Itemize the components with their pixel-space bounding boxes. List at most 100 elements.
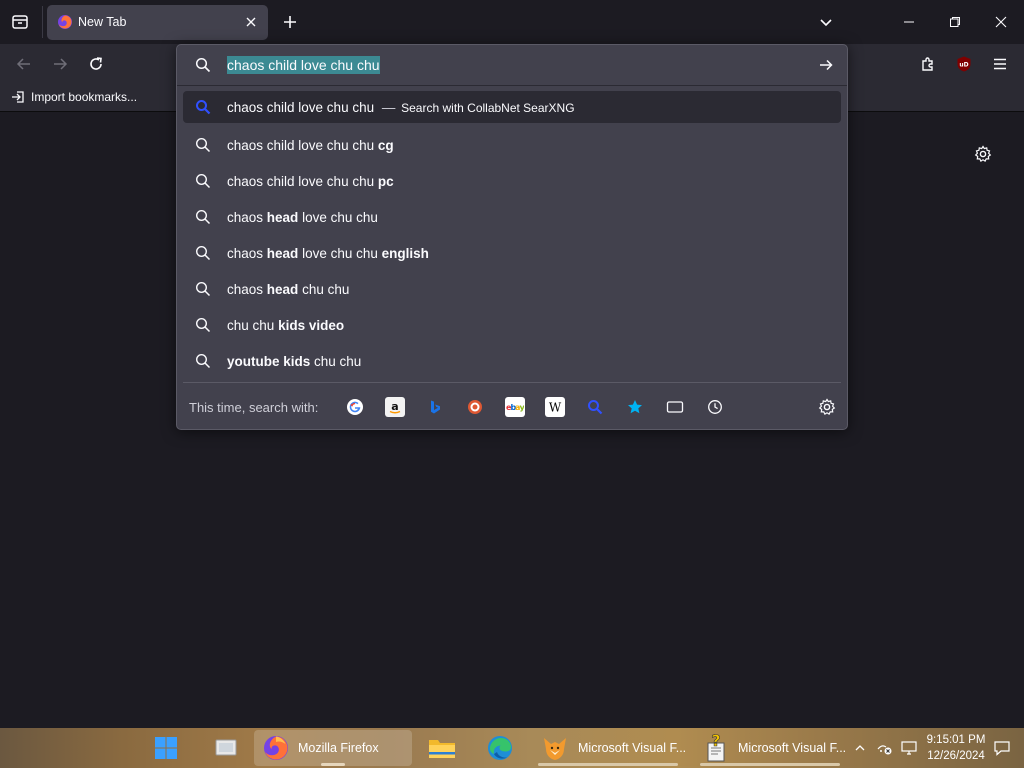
suggestion-plain: chaos child love chu chu [227, 173, 375, 189]
gear-icon [818, 398, 836, 416]
suggestion-text: chaos head love chu chu english [227, 246, 429, 261]
app-menu-button[interactable] [984, 48, 1016, 80]
taskbar-edge[interactable] [478, 730, 522, 766]
chevron-up-icon [854, 742, 866, 754]
taskbar-visual-foxpro-1[interactable]: Microsoft Visual F... [532, 730, 686, 766]
search-icon [195, 57, 211, 73]
suggestion-plain: chaos [227, 209, 264, 225]
back-arrow-icon [16, 56, 32, 72]
urlbar-popup: chaos child love chu chu chaos child lov… [176, 44, 848, 430]
duckduckgo-icon[interactable] [465, 397, 485, 417]
list-all-tabs-button[interactable] [812, 8, 840, 36]
show-hidden-icons-button[interactable] [850, 728, 870, 768]
ublock-origin-button[interactable]: uD [948, 48, 980, 80]
task-view-button[interactable] [206, 730, 246, 766]
tab-new-tab[interactable]: New Tab [47, 5, 268, 40]
edge-icon [486, 734, 514, 762]
suggestion-bold: cg [377, 137, 394, 153]
suggestion-row[interactable]: chaos head love chu chu [183, 199, 841, 235]
extensions-button[interactable] [912, 48, 944, 80]
import-bookmarks-button[interactable]: Import bookmarks... [10, 89, 137, 105]
newtab-settings-button[interactable] [971, 142, 995, 166]
monitor-icon [900, 740, 918, 756]
heuristic-action: Search with CollabNet SearXNG [401, 100, 575, 115]
go-button[interactable] [815, 55, 837, 75]
firefox-view-button[interactable] [0, 4, 40, 40]
suggestion-text: chaos head love chu chu [227, 210, 378, 225]
network-disconnected-icon [876, 740, 894, 756]
result-row-heuristic[interactable]: chaos child love chu chu — Search with C… [183, 91, 841, 123]
import-bookmarks-label: Import bookmarks... [31, 90, 138, 104]
suggestion-row[interactable]: chaos child love chu chu pc [183, 163, 841, 199]
urlbar-input-row[interactable]: chaos child love chu chu [177, 45, 847, 85]
suggestion-bold: youtube kids [227, 353, 311, 369]
suggestion-row[interactable]: chu chu kids video [183, 307, 841, 343]
forward-arrow-icon [52, 56, 68, 72]
search-icon [195, 137, 211, 153]
suggestion-row[interactable]: chaos head chu chu [183, 271, 841, 307]
foxpro-fox-icon [540, 733, 570, 763]
firefox-favicon-icon [57, 14, 73, 30]
suggestion-bold: english [381, 245, 429, 261]
close-window-button[interactable] [978, 0, 1024, 44]
close-icon [995, 16, 1007, 28]
suggestion-plain: chaos child love chu chu [227, 137, 375, 153]
suggestion-row[interactable]: youtube kids chu chu [183, 343, 841, 379]
back-button[interactable] [8, 48, 40, 80]
tabs-icon[interactable] [665, 397, 685, 417]
suggestion-rest: chu chu [302, 281, 350, 297]
heuristic-query: chaos child love chu chu [227, 99, 375, 115]
forward-button[interactable] [44, 48, 76, 80]
new-tab-button[interactable] [276, 8, 304, 36]
suggestion-rest: love chu chu [302, 245, 378, 261]
wikipedia-icon[interactable]: W [545, 397, 565, 417]
close-tab-icon[interactable] [243, 14, 259, 30]
search-icon [195, 209, 211, 225]
start-button[interactable] [146, 730, 186, 766]
taskbar-clock[interactable]: 9:15:01 PM 12/26/2024 [918, 732, 994, 764]
suggestion-rest: chu chu [314, 353, 362, 369]
urlbar-input[interactable]: chaos child love chu chu [227, 56, 380, 74]
bookmarks-star-icon[interactable] [625, 397, 645, 417]
display-button[interactable] [898, 728, 920, 768]
suggestion-row[interactable]: chaos head love chu chu english [183, 235, 841, 271]
taskbar-visual-foxpro-2[interactable]: ? Microsoft Visual F... [694, 730, 846, 766]
svg-text:?: ? [711, 733, 720, 750]
taskbar-firefox[interactable]: Mozilla Firefox [254, 730, 412, 766]
search-settings-button[interactable] [817, 397, 837, 417]
firefox-icon [262, 734, 290, 762]
task-view-icon [213, 736, 239, 760]
minimize-button[interactable] [886, 0, 932, 44]
chevron-down-icon [818, 14, 834, 30]
ebay-icon[interactable]: ebay [505, 397, 525, 417]
minimize-icon [903, 16, 915, 28]
network-status-button[interactable] [874, 728, 896, 768]
search-icon [195, 281, 211, 297]
suggestion-row[interactable]: chaos child love chu chu cg [183, 127, 841, 163]
plus-icon [282, 14, 298, 30]
reload-icon [88, 56, 104, 72]
restore-button[interactable] [932, 0, 978, 44]
clock-date: 12/26/2024 [927, 750, 985, 762]
suggestion-text: chaos child love chu chu cg [227, 138, 394, 153]
open-indicator [700, 763, 840, 766]
taskbar-vfp2-label: Microsoft Visual F... [738, 741, 847, 755]
reload-button[interactable] [80, 48, 112, 80]
suggestion-bold: kids video [278, 317, 345, 333]
windows-logo-icon [154, 736, 178, 760]
amazon-icon[interactable]: a [385, 397, 405, 417]
urlbar-input-text: chaos child love chu chu [227, 56, 380, 74]
suggestion-plain: chu chu [227, 317, 275, 333]
tab-strip: New Tab [0, 0, 1024, 44]
search-icon [195, 245, 211, 261]
firefox-view-icon [11, 13, 29, 31]
taskbar-file-explorer[interactable] [420, 730, 464, 766]
searxng-icon[interactable] [585, 397, 605, 417]
notifications-button[interactable] [990, 728, 1014, 768]
foxpro-help-icon: ? [702, 733, 730, 763]
google-icon[interactable] [345, 397, 365, 417]
svg-text:W: W [549, 401, 562, 415]
bing-icon[interactable] [425, 397, 445, 417]
history-icon[interactable] [705, 397, 725, 417]
open-indicator [538, 763, 678, 766]
